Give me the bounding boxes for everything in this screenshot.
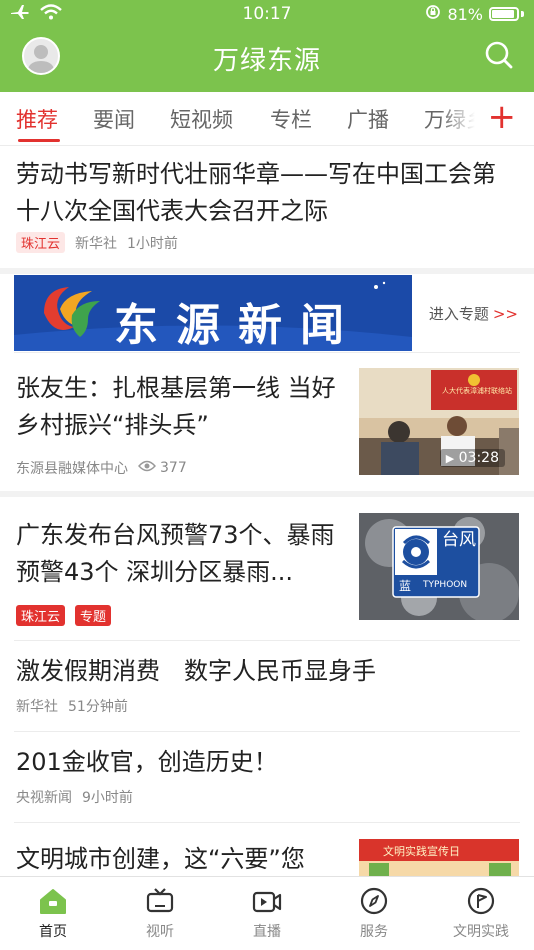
typhoon-badge-en: TYPHOON bbox=[423, 580, 468, 590]
tv-icon bbox=[115, 887, 205, 915]
typhoon-badge-cn: 台风 bbox=[442, 530, 476, 550]
article-item[interactable]: 张友生：扎根基层第一线 当好乡村振兴“排头兵” 东源县融媒体中心 377 人大代… bbox=[0, 356, 534, 486]
battery-percent: 81% bbox=[447, 4, 483, 24]
duration-text: 03:28 bbox=[458, 450, 499, 466]
tab-short-video[interactable]: 短视频 bbox=[170, 104, 233, 134]
view-count: 377 bbox=[160, 460, 187, 476]
article-title: 广东发布台风预警73个、暴雨预警43个 深圳分区暴雨... bbox=[16, 521, 335, 586]
compass-icon bbox=[329, 887, 419, 915]
article-thumbnail[interactable]: 文明实践宣传日 bbox=[359, 839, 519, 876]
status-bar: 10:17 81% bbox=[0, 0, 534, 30]
article-time: 1小时前 bbox=[127, 235, 178, 252]
rotation-lock-icon bbox=[425, 4, 441, 24]
play-icon: ▶ bbox=[445, 452, 455, 465]
category-tabs: 推荐 要闻 短视频 专栏 广播 万绿乡 + bbox=[0, 92, 534, 146]
article-meta: 新华社 51分钟前 bbox=[16, 696, 128, 716]
double-chevron-icon: >> bbox=[492, 305, 518, 323]
video-duration: ▶ 03:28 bbox=[439, 449, 505, 467]
tab-broadcast[interactable]: 广播 bbox=[347, 104, 389, 134]
topic-tag: 专题 bbox=[75, 605, 112, 626]
article-item[interactable]: 文明城市创建，这“六要”您 文明实践宣传日 bbox=[0, 823, 534, 876]
enter-topic-label: 进入专题 bbox=[428, 305, 489, 323]
nav-live[interactable]: 直播 bbox=[222, 887, 312, 941]
topic-banner-row[interactable]: 东源新闻 进入专题 >> bbox=[0, 275, 534, 355]
divider bbox=[14, 352, 520, 353]
typhoon-thumbnail[interactable]: 台风 蓝 TYPHOON bbox=[359, 513, 519, 620]
article-source: 央视新闻 bbox=[16, 790, 72, 806]
article-meta: 珠江云 专题 bbox=[16, 605, 112, 626]
nav-services[interactable]: 服务 bbox=[329, 887, 419, 941]
article-meta: 珠江云 新华社 1小时前 bbox=[16, 232, 178, 253]
source-tag: 珠江云 bbox=[16, 605, 66, 626]
nav-civilization-practice[interactable]: 文明实践 bbox=[436, 887, 526, 941]
article-item[interactable]: 广东发布台风预警73个、暴雨预警43个 深圳分区暴雨... 珠江云 专题 台风 … bbox=[0, 497, 534, 637]
flag-icon bbox=[436, 887, 526, 915]
article-time: 9小时前 bbox=[82, 790, 133, 806]
article-source: 新华社 bbox=[16, 699, 58, 715]
bottom-navigation: 首页 视听 直播 服务 文明实践 bbox=[0, 876, 534, 950]
thumb-banner-text: 文明实践宣传日 bbox=[383, 845, 460, 858]
typhoon-badge-level: 蓝 bbox=[399, 579, 412, 593]
source-tag: 珠江云 bbox=[16, 232, 66, 253]
article-meta: 央视新闻 9小时前 bbox=[16, 787, 133, 807]
tab-fade bbox=[440, 92, 490, 145]
tab-active-indicator bbox=[18, 139, 60, 142]
news-feed[interactable]: 劳动书写新时代壮丽华章——写在中国工会第十八次全国代表大会召开之际 珠江云 新华… bbox=[0, 146, 534, 876]
article-title: 激发假期消费 数字人民币显身手 bbox=[16, 657, 376, 685]
article-title: 文明城市创建，这“六要”您 bbox=[16, 845, 305, 873]
top-bar: 10:17 81% 万绿东源 bbox=[0, 0, 534, 92]
dongyuan-news-banner[interactable]: 东源新闻 bbox=[14, 275, 412, 351]
live-icon bbox=[222, 887, 312, 915]
section-divider bbox=[0, 268, 534, 274]
app-screen: 10:17 81% 万绿东源 推荐 要闻 短视频 专栏 广播 + 劳动书写新时代… bbox=[0, 0, 534, 950]
article-time: 51分钟前 bbox=[68, 699, 128, 715]
article-source: 新华社 bbox=[75, 235, 118, 252]
nav-audio-video[interactable]: 视听 bbox=[115, 887, 205, 941]
tab-recommend[interactable]: 推荐 bbox=[16, 104, 58, 134]
tab-headlines[interactable]: 要闻 bbox=[93, 104, 135, 134]
article-title: 劳动书写新时代壮丽华章——写在中国工会第十八次全国代表大会召开之际 bbox=[16, 160, 496, 225]
enter-topic-link[interactable]: 进入专题 >> bbox=[429, 303, 518, 324]
banner-text: 东源新闻 bbox=[114, 300, 362, 351]
thumb-sign-text: 人大代表漳浦村联络站 bbox=[442, 387, 512, 395]
nav-label: 直播 bbox=[253, 924, 281, 940]
nav-label: 视听 bbox=[146, 924, 174, 940]
app-title: 万绿东源 bbox=[212, 46, 321, 76]
add-channel-button[interactable]: + bbox=[488, 100, 517, 134]
battery-icon bbox=[489, 7, 519, 21]
nav-label: 文明实践 bbox=[453, 924, 509, 940]
nav-label: 首页 bbox=[39, 924, 67, 940]
nav-home[interactable]: 首页 bbox=[8, 887, 98, 941]
home-icon bbox=[8, 887, 98, 915]
article-title: 201金收官，创造历史！ bbox=[16, 748, 278, 776]
nav-label: 服务 bbox=[360, 924, 388, 940]
article-meta: 东源县融媒体中心 377 bbox=[16, 458, 187, 478]
article-source: 东源县融媒体中心 bbox=[16, 461, 128, 477]
eye-icon bbox=[138, 460, 156, 476]
battery-tip bbox=[521, 11, 524, 17]
article-item[interactable]: 劳动书写新时代壮丽华章——写在中国工会第十八次全国代表大会召开之际 珠江云 新华… bbox=[0, 146, 534, 266]
video-thumbnail[interactable]: 人大代表漳浦村联络站 ▶ 03:28 bbox=[359, 368, 519, 475]
tab-column[interactable]: 专栏 bbox=[270, 104, 312, 134]
article-item[interactable]: 201金收官，创造历史！ 央视新闻 9小时前 bbox=[0, 732, 534, 822]
article-item[interactable]: 激发假期消费 数字人民币显身手 新华社 51分钟前 bbox=[0, 641, 534, 731]
search-icon[interactable] bbox=[484, 40, 514, 70]
article-title: 张友生：扎根基层第一线 当好乡村振兴“排头兵” bbox=[16, 374, 336, 439]
